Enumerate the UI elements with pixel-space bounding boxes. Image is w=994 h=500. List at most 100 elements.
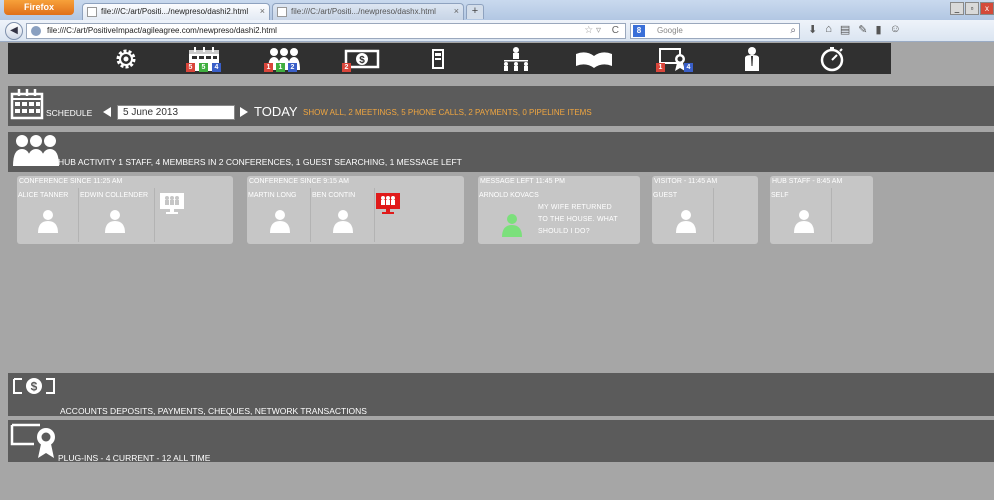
participant-slot[interactable]: EDWIN COLLENDER xyxy=(79,188,155,242)
site-identity-icon[interactable] xyxy=(31,26,41,36)
hub-activity-summary: HUB ACTIVITY 1 STAFF, 4 MEMBERS IN 2 CON… xyxy=(58,157,462,167)
card-header: CONFERENCE SINCE 9:15 AM xyxy=(249,178,349,185)
tab-dashi2[interactable]: file:///C:/art/Positi.../newpreso/dashi2… xyxy=(82,3,270,20)
tab-close-icon[interactable]: × xyxy=(260,4,265,19)
new-tab-button[interactable]: + xyxy=(466,4,484,19)
person-icon xyxy=(500,213,524,237)
conference-screen-icon[interactable] xyxy=(159,192,185,214)
next-day-arrow-icon[interactable] xyxy=(240,107,248,117)
card-header: VISITOR - 11:45 AM xyxy=(654,178,718,185)
participant-slot[interactable]: ARNOLD KOVACS xyxy=(478,188,539,242)
calendar-badge-red: 5 xyxy=(186,63,195,72)
phone-book-icon[interactable] xyxy=(418,46,458,72)
browser-titlebar: Firefox file:///C:/art/Positi.../newpres… xyxy=(0,0,994,20)
certificate-badge-blue: 4 xyxy=(684,63,693,72)
money-badge-red: 2 xyxy=(342,63,351,72)
bookmark-star-icon[interactable]: ☆ ▿ xyxy=(584,24,601,38)
staff-person-icon[interactable] xyxy=(732,46,772,72)
participant-name: ARNOLD KOVACS xyxy=(479,192,539,199)
message-card[interactable]: MESSAGE LEFT 11:45 PM ARNOLD KOVACS MY W… xyxy=(478,176,640,244)
previous-day-arrow-icon[interactable] xyxy=(103,107,111,117)
back-button[interactable]: ◀ xyxy=(5,22,23,40)
participant-name: SELF xyxy=(771,192,789,199)
person-icon xyxy=(268,209,292,233)
maximize-button[interactable]: ▫ xyxy=(965,2,979,15)
people-icon[interactable]: 1 1 2 xyxy=(264,46,304,72)
settings-gear-icon[interactable] xyxy=(106,46,146,72)
conference-card[interactable]: CONFERENCE SINCE 9:15 AM MARTIN LONG BEN… xyxy=(247,176,464,244)
participant-slot[interactable]: GUEST xyxy=(652,188,714,242)
card-header: MESSAGE LEFT 11:45 PM xyxy=(480,178,565,185)
close-window-button[interactable]: x xyxy=(980,2,994,15)
hub-people-icon[interactable] xyxy=(10,132,62,168)
conference-alert-screen-icon[interactable] xyxy=(375,192,401,214)
schedule-date-input[interactable]: 5 June 2013 xyxy=(117,105,235,120)
certificate-icon[interactable]: 1 4 xyxy=(654,46,694,72)
today-button[interactable]: TODAY xyxy=(254,104,298,119)
browser-navbar: ◀ file:///C:/art/PositiveImpact/agileagr… xyxy=(0,20,994,42)
staff-card[interactable]: HUB STAFF - 8:45 AM SELF xyxy=(770,176,873,244)
search-bar[interactable]: 8 Google ⌕ xyxy=(630,23,800,39)
participant-name: GUEST xyxy=(653,192,678,199)
participant-name: BEN CONTIN xyxy=(312,192,356,199)
minimize-button[interactable]: _ xyxy=(950,2,964,15)
tab-close-icon[interactable]: × xyxy=(454,4,459,19)
participant-slot[interactable]: BEN CONTIN xyxy=(311,188,375,242)
participant-name: MARTIN LONG xyxy=(248,192,297,199)
firefox-menu-button[interactable]: Firefox xyxy=(4,0,74,15)
certificate-badge-red: 1 xyxy=(656,63,665,72)
org-chart-icon[interactable] xyxy=(496,46,536,72)
menu-icon[interactable]: ☺ xyxy=(890,23,901,36)
bookmarks-menu-icon[interactable]: ▤ xyxy=(840,23,850,36)
people-badge-red: 1 xyxy=(264,63,273,72)
plugins-certificate-icon[interactable] xyxy=(10,422,60,460)
svg-text:$: $ xyxy=(31,380,38,394)
url-bar[interactable]: file:///C:/art/PositiveImpact/agileagree… xyxy=(26,23,626,39)
calendar-badge-blue: 4 xyxy=(212,63,221,72)
person-icon xyxy=(331,209,355,233)
participant-slot[interactable]: ALICE TANNER xyxy=(17,188,79,242)
conference-card[interactable]: CONFERENCE SINCE 11:25 AM ALICE TANNER E… xyxy=(17,176,233,244)
search-icon[interactable]: ⌕ xyxy=(790,24,796,38)
addon-icon[interactable]: ✎ xyxy=(858,23,867,36)
person-icon xyxy=(674,209,698,233)
folder-icon[interactable]: ▮ xyxy=(876,23,882,36)
reload-icon[interactable]: C xyxy=(612,24,619,38)
calendar-icon[interactable]: 5 5 4 xyxy=(184,46,224,72)
dashboard-icon-toolbar: 5 5 4 1 1 2 $ 2 1 4 xyxy=(8,43,891,74)
people-badge-green: 1 xyxy=(276,63,285,72)
tab-title: file:///C:/art/Positi.../newpreso/dashx.… xyxy=(291,7,436,16)
search-engine-icon[interactable]: 8 xyxy=(633,25,645,37)
search-placeholder: Google xyxy=(657,26,683,35)
schedule-label: SCHEDULE xyxy=(46,108,93,118)
card-header: CONFERENCE SINCE 11:25 AM xyxy=(19,178,123,185)
participant-slot[interactable]: SELF xyxy=(770,188,832,242)
visitor-card[interactable]: VISITOR - 11:45 AM GUEST xyxy=(652,176,758,244)
participant-slot[interactable]: MARTIN LONG xyxy=(247,188,311,242)
open-book-icon[interactable] xyxy=(574,46,614,72)
participant-name: ALICE TANNER xyxy=(18,192,69,199)
person-icon xyxy=(36,209,60,233)
stopwatch-icon[interactable] xyxy=(812,46,852,72)
person-icon xyxy=(103,209,127,233)
message-text: MY WIFE RETURNED TO THE HOUSE. WHAT SHOU… xyxy=(538,204,618,235)
schedule-calendar-icon[interactable] xyxy=(10,86,44,120)
url-text: file:///C:/art/PositiveImpact/agileagree… xyxy=(47,26,277,35)
schedule-summary-link[interactable]: SHOW ALL, 2 MEETINGS, 5 PHONE CALLS, 2 P… xyxy=(303,108,592,117)
participant-name: EDWIN COLLENDER xyxy=(80,192,149,199)
home-icon[interactable]: ⌂ xyxy=(825,23,832,36)
page-favicon-icon xyxy=(277,7,287,17)
card-header: HUB STAFF - 8:45 AM xyxy=(772,178,843,185)
accounts-money-icon[interactable]: $ xyxy=(12,376,56,396)
person-icon xyxy=(792,209,816,233)
browser-toolbar-icons: ⬇ ⌂ ▤ ✎ ▮ ☺ xyxy=(808,23,901,36)
window-controls: _ ▫ x xyxy=(949,2,994,15)
money-icon[interactable]: $ 2 xyxy=(342,46,382,72)
download-icon[interactable]: ⬇ xyxy=(808,23,817,36)
tab-dashx[interactable]: file:///C:/art/Positi.../newpreso/dashx.… xyxy=(272,3,464,20)
accounts-summary: ACCOUNTS DEPOSITS, PAYMENTS, CHEQUES, NE… xyxy=(60,406,367,416)
plugins-summary: PLUG-INS - 4 CURRENT - 12 ALL TIME xyxy=(58,453,211,463)
page-favicon-icon xyxy=(87,7,97,17)
tab-title: file:///C:/art/Positi.../newpreso/dashi2… xyxy=(101,7,249,16)
calendar-badge-green: 5 xyxy=(199,63,208,72)
